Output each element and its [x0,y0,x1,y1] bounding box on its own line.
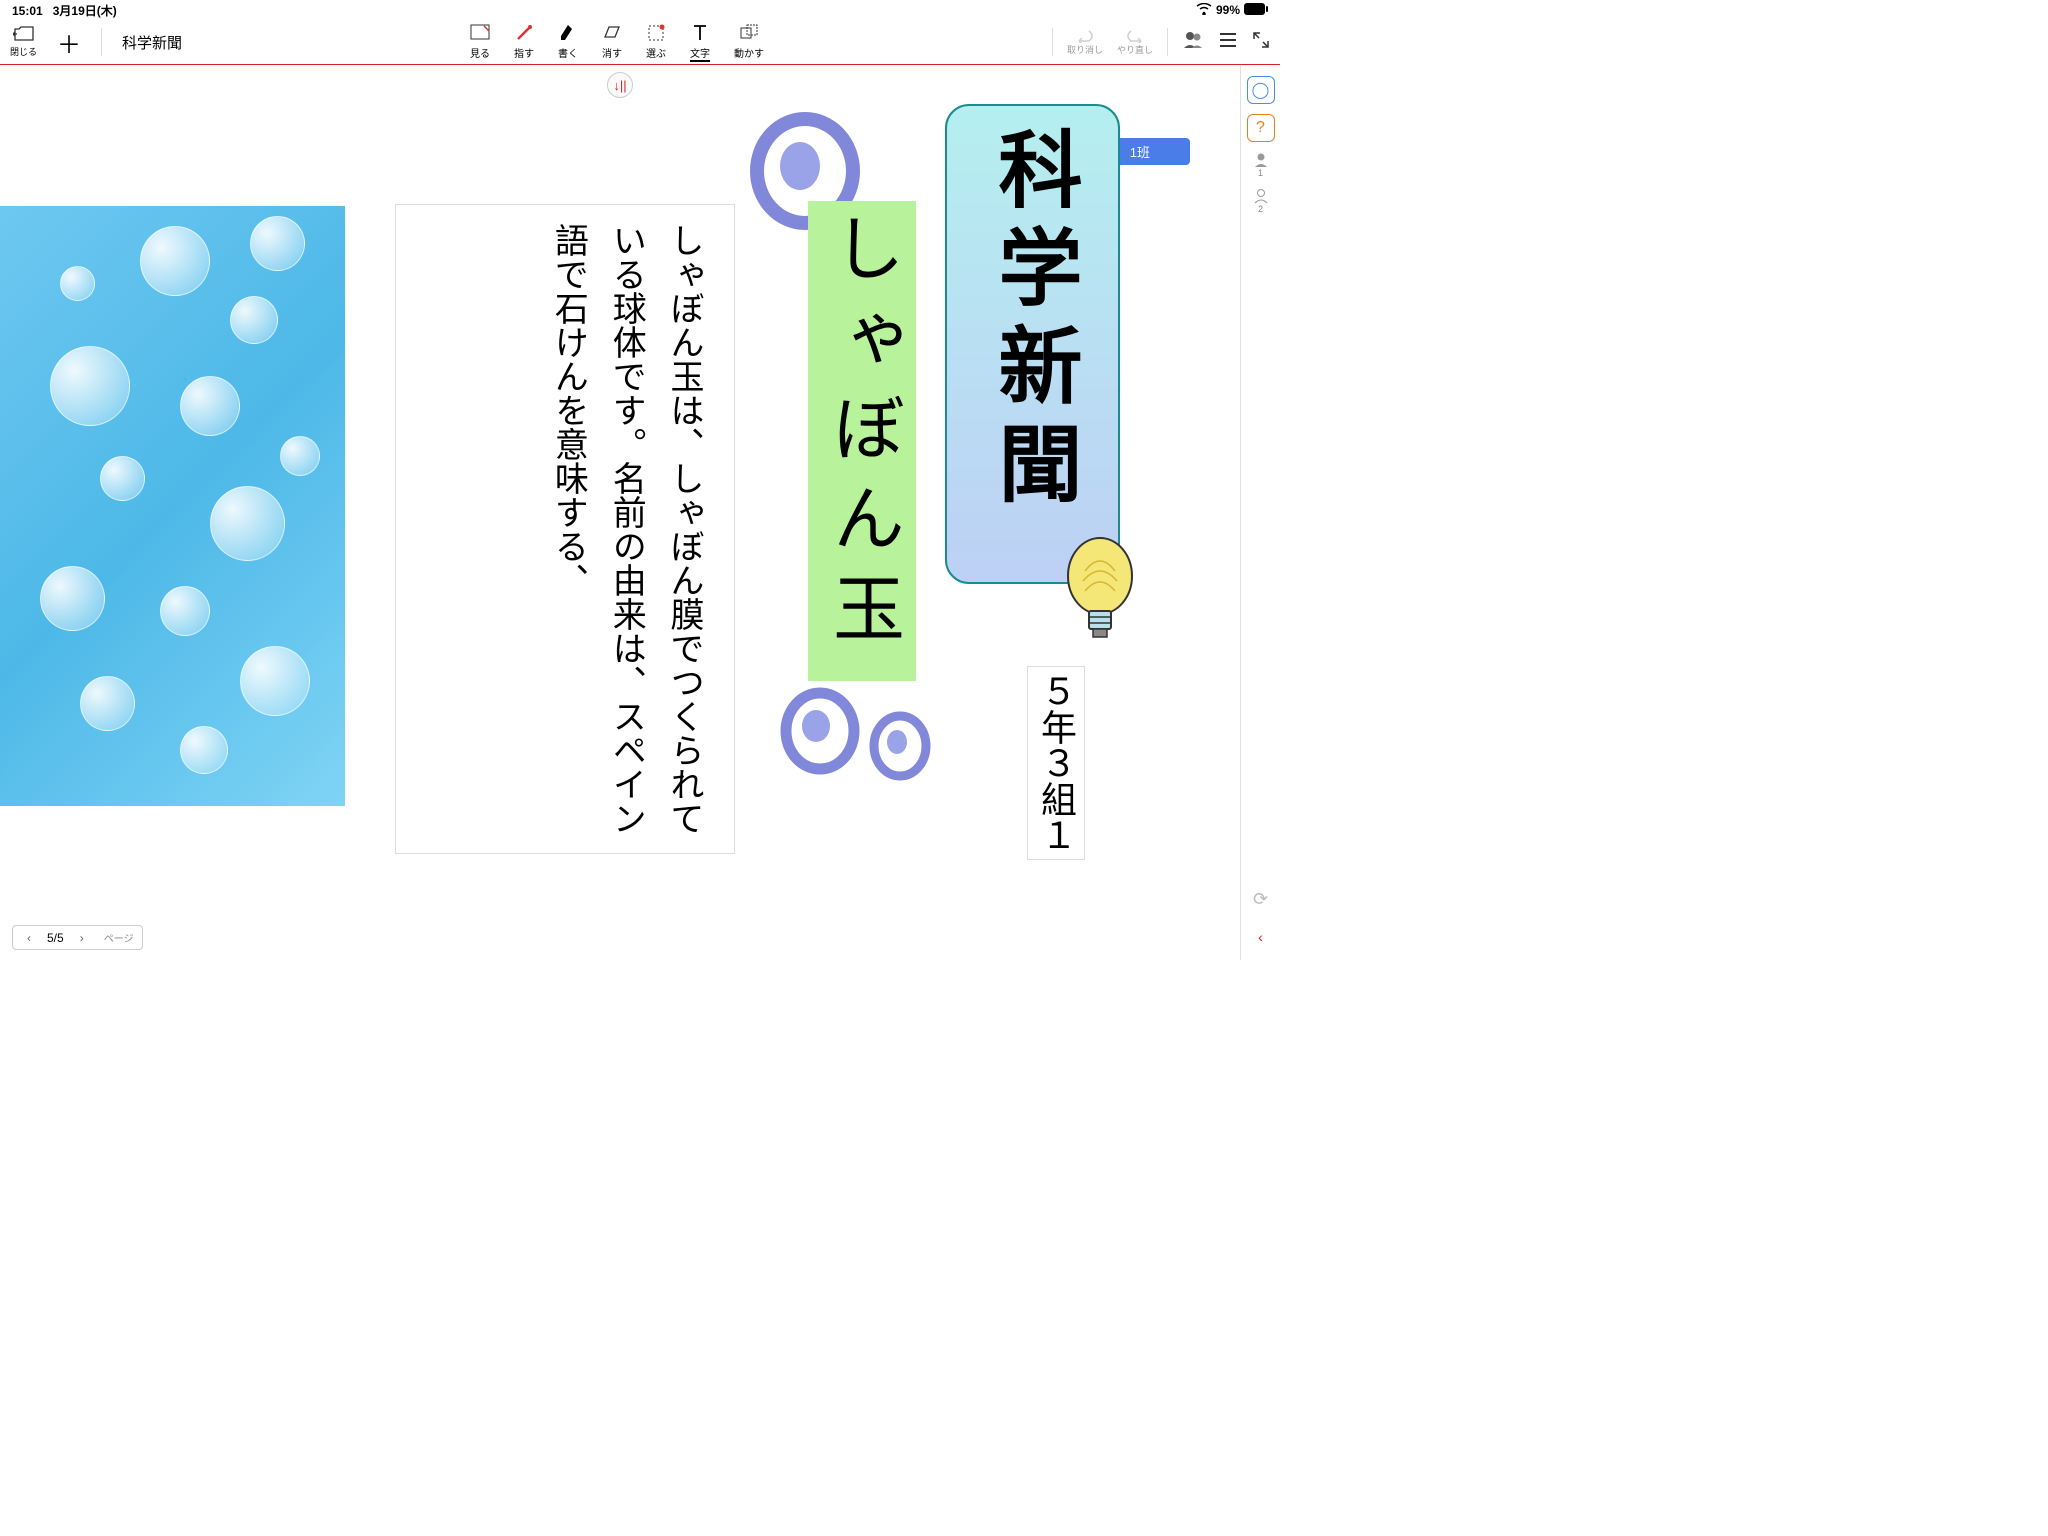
users-icon[interactable] [1182,30,1204,55]
subtitle-text: しゃぼん玉 [810,211,915,661]
subtitle-box[interactable]: しゃぼん玉 [808,201,916,681]
folder-back-icon [13,26,35,45]
lightbulb-icon[interactable] [1055,531,1145,651]
collapse-button[interactable]: ‹ [1258,929,1263,945]
status-bar: 15:01 3月19日(木) 99% [0,0,1280,20]
user-2-button[interactable]: 2 [1254,188,1268,214]
toolbar: 閉じる ＋ 科学新聞 見る 指す 書く 消す 選ぶ 文字 [0,20,1280,65]
pager: ‹ 5/5 › ページ [12,925,143,950]
move-icon [739,23,759,43]
body-text-box[interactable]: しゃぼん玉は、しゃぼん膜でつくられている球体です。名前の由来は、スペイン語で石け… [395,204,735,854]
page-label: ページ [104,930,134,945]
user-1-button[interactable]: 1 [1254,152,1268,178]
status-left: 15:01 3月19日(木) [12,2,117,19]
refresh-button[interactable]: ⟳ [1253,889,1268,910]
wifi-icon [1196,3,1212,18]
right-panel: ◯ ? 1 2 ⟳ ‹ [1240,66,1280,960]
view-icon [470,23,490,43]
undo-icon [1075,29,1095,43]
page-current: 5/5 [47,931,64,945]
tool-point[interactable]: 指す [514,23,534,62]
tool-view[interactable]: 見る [470,23,490,62]
pointer-icon [515,23,533,43]
divider [1052,28,1053,56]
circle-button[interactable]: ◯ [1247,76,1275,104]
status-date: 3月19日(木) [53,4,117,18]
pen-icon [560,23,576,43]
select-icon [647,23,665,43]
eraser-icon [603,23,621,43]
title-text: 科学新聞 [972,126,1093,518]
body-text: しゃぼん玉は、しゃぼん膜でつくられている球体です。名前の由来は、スペイン語で石け… [539,223,712,835]
redo-button[interactable]: やり直し [1117,29,1153,56]
close-label: 閉じる [10,45,37,58]
tool-erase[interactable]: 消す [602,23,622,62]
user-icon [1254,152,1268,168]
undo-button[interactable]: 取り消し [1067,29,1103,56]
divider [1167,28,1168,56]
bubble-image[interactable] [0,206,345,806]
direction-marker[interactable]: ↓|| [607,72,633,98]
title-box[interactable]: 科学新聞 [945,104,1120,584]
redo-icon [1125,29,1145,43]
status-time: 15:01 [12,4,43,18]
menu-icon[interactable] [1218,32,1238,53]
tool-text[interactable]: 文字 [690,23,710,62]
doc-title: 科学新聞 [122,32,182,53]
toolbar-left: 閉じる ＋ 科学新聞 [10,25,182,60]
bubble-decoration-bottom[interactable] [770,676,950,806]
battery-icon [1244,3,1268,18]
class-info[interactable]: ５年３組１ [1027,666,1085,860]
divider [101,28,102,56]
tool-write[interactable]: 書く [558,23,578,62]
toolbar-tools: 見る 指す 書く 消す 選ぶ 文字 動かす [470,23,764,62]
tool-move[interactable]: 動かす [734,23,764,62]
page-next[interactable]: › [74,931,90,945]
user-outline-icon [1254,188,1268,204]
canvas[interactable]: ↓|| 1班 科学新聞 ５年３組１ しゃぼん玉 しゃぼん玉は、しゃぼん膜でつくら… [0,66,1240,960]
battery-text: 99% [1216,3,1240,17]
text-icon [692,23,708,43]
status-right: 99% [1196,3,1268,18]
add-button[interactable]: ＋ [49,25,89,60]
close-button[interactable]: 閉じる [10,26,37,58]
tool-select[interactable]: 選ぶ [646,23,666,62]
expand-icon[interactable] [1252,31,1270,54]
toolbar-right: 取り消し やり直し [1052,28,1270,56]
help-button[interactable]: ? [1247,114,1275,142]
page-prev[interactable]: ‹ [21,931,37,945]
